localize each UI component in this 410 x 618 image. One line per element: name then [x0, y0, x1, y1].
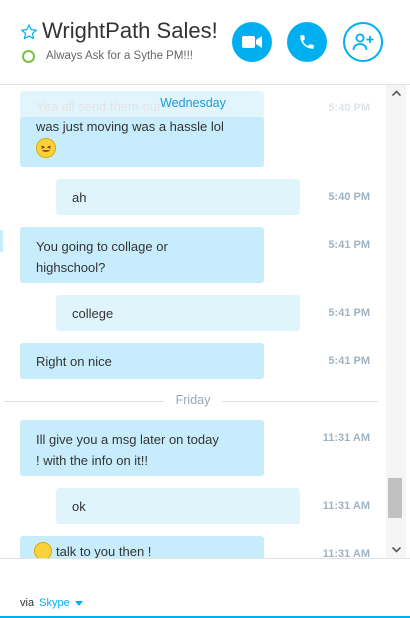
favorite-star-icon[interactable] [20, 23, 38, 41]
service-selector[interactable]: via Skype [20, 597, 83, 609]
message-bubble[interactable]: college [56, 295, 300, 331]
message-text: college [72, 305, 114, 321]
message-text-line: ! with the info on it!! [36, 453, 149, 468]
message-time: 11:31 AM [322, 500, 370, 512]
message-text: Right on nice [36, 353, 112, 369]
message-feed[interactable]: Yea all send them out 5:40 PM Wednesday … [0, 85, 386, 558]
message-bubble[interactable]: ah [56, 179, 300, 215]
message-time: 5:41 PM [328, 239, 370, 251]
message-bubble[interactable]: Ill give you a msg later on today ! with… [20, 420, 264, 476]
message-time: 11:31 AM [322, 548, 370, 558]
message-text-line: highschool? [36, 260, 106, 275]
message-bubble[interactable]: Right on nice [20, 343, 264, 379]
service-name[interactable]: Skype [39, 597, 70, 609]
message-text-line: Ill give you a msg later on today [36, 432, 219, 447]
via-label: via [20, 597, 35, 609]
message-text: was just moving was a hassle lol [36, 119, 224, 134]
presence-status-icon [22, 50, 35, 63]
message-time: 5:41 PM [328, 307, 370, 319]
add-people-button[interactable] [343, 22, 383, 62]
message-bubble[interactable]: You going to collage or highschool? [20, 227, 264, 283]
day-label: Wednesday [160, 96, 226, 110]
day-separator: Friday [0, 393, 386, 407]
day-separator-sticky: Wednesday [0, 96, 386, 110]
message-time: 11:31 AM [322, 432, 370, 444]
feed-edge-marker [0, 230, 3, 252]
message-time: 5:41 PM [328, 355, 370, 367]
add-contact-icon [352, 33, 374, 51]
phone-icon [300, 35, 314, 49]
feed-scrollbar[interactable] [386, 85, 406, 558]
video-call-button[interactable] [232, 22, 272, 62]
scroll-down-button[interactable] [386, 542, 406, 558]
conversation-footer: via Skype [0, 558, 410, 618]
message-text: talk to you then ! [56, 543, 152, 559]
wave-emoji-icon [34, 542, 52, 558]
message-bubble[interactable]: was just moving was a hassle lol [20, 117, 264, 167]
chevron-down-icon[interactable] [74, 600, 83, 606]
message-text-line: You going to collage or [36, 239, 168, 254]
message-text: ok [72, 498, 86, 514]
audio-call-button[interactable] [287, 22, 327, 62]
scroll-thumb[interactable] [388, 478, 402, 518]
mood-message: Always Ask for a Sythe PM!!! [46, 50, 193, 62]
chevron-down-icon [391, 547, 401, 553]
contact-name[interactable]: WrightPath Sales! [42, 18, 218, 44]
message-time: 5:40 PM [328, 191, 370, 203]
message-bubble[interactable]: ok [56, 488, 300, 524]
chevron-up-icon [391, 90, 401, 96]
video-camera-icon [242, 36, 262, 48]
laughing-emoji-icon [36, 138, 56, 158]
message-text: ah [72, 189, 87, 205]
conversation-header: WrightPath Sales! Always Ask for a Sythe… [0, 0, 410, 85]
day-label: Friday [163, 393, 223, 407]
scroll-up-button[interactable] [386, 85, 406, 101]
message-bubble[interactable]: talk to you then ! [20, 536, 264, 558]
